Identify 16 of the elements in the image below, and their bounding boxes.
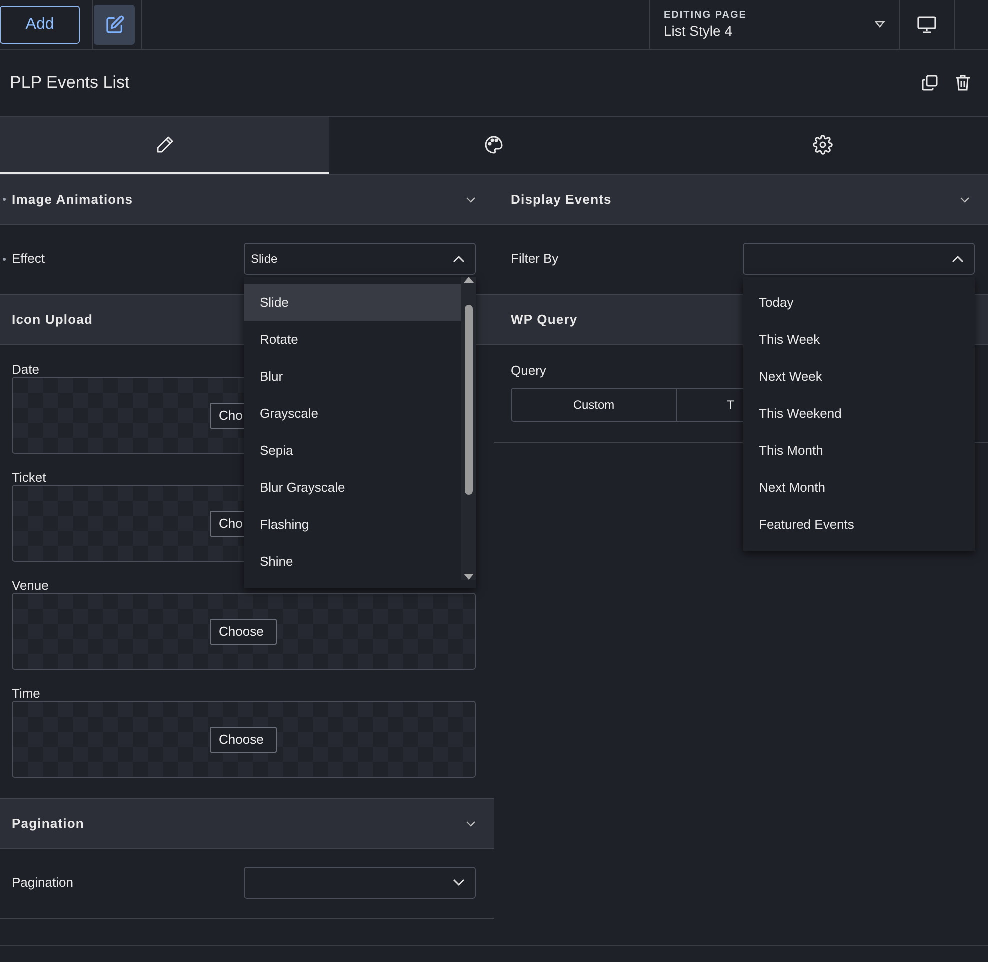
section-title: Pagination [12, 816, 86, 831]
section-title: WP Query [511, 312, 579, 327]
page-name: List Style 4 [664, 23, 734, 39]
field-label: Time [12, 686, 40, 701]
field-label: Filter By [511, 250, 560, 266]
section-title: Image Animations [12, 192, 134, 207]
field-label: Pagination [12, 874, 74, 890]
section-title: Icon Upload [12, 312, 94, 327]
field-label: Query [511, 363, 546, 378]
widget-title: PLP Events List [10, 73, 130, 93]
field-label: Effect [12, 250, 46, 266]
section-title: Display Events [511, 192, 613, 207]
field-label: Ticket [12, 470, 46, 485]
editing-label: EDITING PAGE [664, 10, 747, 21]
field-label: Venue [12, 578, 49, 593]
field-label: Date [12, 362, 40, 377]
